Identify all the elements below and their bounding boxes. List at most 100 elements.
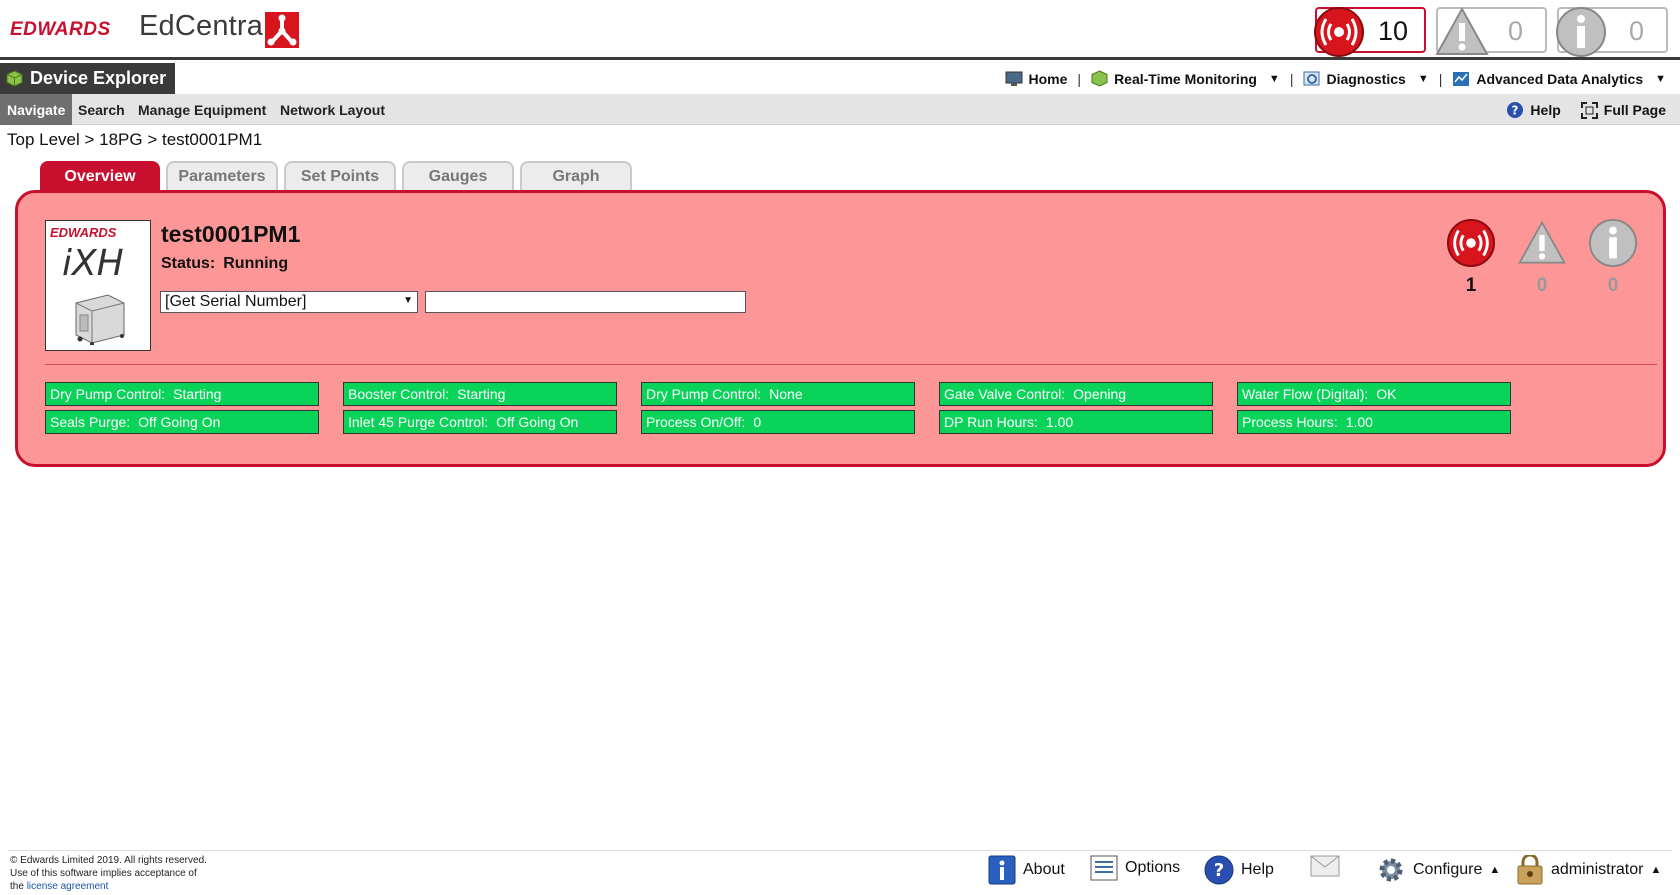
footer-help[interactable]: ? Help bbox=[1204, 855, 1274, 885]
nav-real-time-monitoring[interactable]: Real-Time Monitoring ▼ bbox=[1091, 70, 1280, 87]
caret-up-icon: ▲ bbox=[1650, 864, 1662, 876]
help-link[interactable]: ? Help bbox=[1506, 101, 1561, 119]
help-footer-label: Help bbox=[1241, 861, 1274, 878]
subnav-right: ? Help Full Page bbox=[1506, 101, 1666, 119]
header-alarm-counter[interactable]: 10 bbox=[1314, 7, 1426, 57]
top-nav: Home | Real-Time Monitoring ▼ | Diagnost… bbox=[1005, 70, 1666, 87]
caret-down-icon: ▼ bbox=[1417, 72, 1429, 85]
status-cell: Process Hours: 1.00 bbox=[1237, 410, 1511, 434]
status-cell-value: Opening bbox=[1073, 386, 1127, 402]
status-cell-value: OK bbox=[1376, 386, 1397, 402]
caret-up-icon: ▲ bbox=[1489, 864, 1501, 876]
info-icon bbox=[1588, 218, 1638, 268]
status-cell: Dry Pump Control: None bbox=[641, 382, 915, 406]
device-alarm-count: 1 bbox=[1465, 275, 1477, 296]
warning-icon bbox=[1518, 220, 1566, 264]
alarm-count: 10 bbox=[1377, 16, 1408, 46]
status-cell-label: DP Run Hours: bbox=[944, 414, 1038, 430]
copyright: © Edwards Limited 2019. All rights reser… bbox=[10, 854, 207, 893]
status-cell: Dry Pump Control: Starting bbox=[45, 382, 319, 406]
subnav-network-layout[interactable]: Network Layout bbox=[280, 94, 385, 125]
svg-text:?: ? bbox=[1214, 860, 1224, 881]
monitor-icon bbox=[1005, 71, 1023, 86]
footer-about[interactable]: About bbox=[988, 855, 1065, 885]
header-warning-counter[interactable]: 0 bbox=[1435, 6, 1547, 55]
subnav-search[interactable]: Search bbox=[78, 94, 125, 125]
status-cell-label: Process Hours: bbox=[1242, 414, 1338, 430]
copyright-line-1: © Edwards Limited 2019. All rights reser… bbox=[10, 855, 207, 866]
tab-parameters[interactable]: Parameters bbox=[166, 161, 278, 191]
status-cell-label: Water Flow (Digital): bbox=[1242, 386, 1369, 402]
sub-nav: Navigate Search Manage Equipment Network… bbox=[0, 94, 1680, 125]
status-value: Running bbox=[223, 255, 289, 272]
warning-count: 0 bbox=[1507, 16, 1523, 46]
device-alarm[interactable]: 1 bbox=[1446, 218, 1496, 297]
status-cell: Process On/Off: 0 bbox=[641, 410, 915, 434]
warning-icon bbox=[1435, 6, 1489, 55]
device-image-model: iXH bbox=[62, 243, 124, 284]
status-cell: Seals Purge: Off Going On bbox=[45, 410, 319, 434]
status-cell: Gate Valve Control: Opening bbox=[939, 382, 1213, 406]
device-name: test0001PM1 bbox=[161, 221, 301, 247]
serial-number-field[interactable] bbox=[425, 291, 746, 313]
nav-separator: | bbox=[1289, 70, 1294, 87]
footer-options[interactable]: Options bbox=[1090, 855, 1180, 881]
device-warning-count: 0 bbox=[1536, 275, 1548, 296]
license-agreement-link[interactable]: license agreement bbox=[27, 881, 109, 892]
product-title: EdCentra bbox=[139, 10, 264, 42]
tab-overview[interactable]: Overview bbox=[40, 161, 160, 191]
status-label: Status: bbox=[161, 255, 216, 272]
footer-messages[interactable] bbox=[1310, 855, 1340, 877]
header-info-counter[interactable]: 0 bbox=[1556, 7, 1668, 57]
mail-icon bbox=[1310, 855, 1340, 877]
tab-gauges[interactable]: Gauges bbox=[402, 161, 514, 191]
device-status: Status: Running bbox=[161, 255, 288, 273]
panel-divider bbox=[45, 364, 1657, 365]
status-cell-label: Seals Purge: bbox=[50, 414, 131, 430]
nav-home-label: Home bbox=[1028, 70, 1068, 87]
dropdown-arrow-icon: ▼ bbox=[403, 295, 413, 306]
app-header: EDWARDS EdCentra 10 0 0 bbox=[0, 0, 1680, 60]
help-icon: ? bbox=[1507, 102, 1524, 118]
status-cell-value: 1.00 bbox=[1045, 414, 1074, 430]
device-warning[interactable]: 0 bbox=[1517, 218, 1567, 297]
title-nav-row: Device Explorer Home | Real-Time Monitor… bbox=[0, 63, 1680, 94]
svg-text:?: ? bbox=[1512, 104, 1519, 118]
edwards-wordmark: EDWARDS bbox=[10, 19, 111, 40]
device-info[interactable]: 0 bbox=[1588, 218, 1638, 297]
full-page-link[interactable]: Full Page bbox=[1580, 101, 1666, 119]
status-cell-value: Off Going On bbox=[496, 414, 579, 430]
nav-advanced-data-analytics[interactable]: Advanced Data Analytics ▼ bbox=[1452, 71, 1666, 87]
subnav-manage-equipment[interactable]: Manage Equipment bbox=[138, 94, 266, 125]
caret-down-icon: ▼ bbox=[1655, 72, 1666, 85]
status-cell-label: Gate Valve Control: bbox=[944, 386, 1066, 402]
serial-number-select[interactable]: [Get Serial Number] ▼ bbox=[160, 291, 418, 313]
nav-home[interactable]: Home bbox=[1005, 70, 1068, 87]
cube-icon bbox=[6, 70, 23, 87]
status-cell-label: Dry Pump Control: bbox=[646, 386, 762, 402]
status-cell: Booster Control: Starting bbox=[343, 382, 617, 406]
device-image-brand: EDWARDS bbox=[50, 225, 117, 240]
cube-icon bbox=[1091, 70, 1108, 87]
footer-configure[interactable]: Configure ▲ bbox=[1376, 855, 1500, 885]
footer-user-menu[interactable]: administrator ▲ bbox=[1516, 855, 1661, 885]
tab-graph[interactable]: Graph bbox=[520, 161, 632, 191]
tab-set-points[interactable]: Set Points bbox=[284, 161, 396, 191]
nav-separator: | bbox=[1077, 70, 1082, 87]
user-label: administrator bbox=[1551, 861, 1644, 878]
breadcrumb[interactable]: Top Level > 18PG > test0001PM1 bbox=[7, 130, 262, 150]
status-cell-label: Inlet 45 Purge Control: bbox=[348, 414, 489, 430]
status-cell-value: 0 bbox=[753, 414, 762, 430]
copyright-line-3: the bbox=[10, 881, 27, 892]
overview-panel: EDWARDS iXH test0001PM1 Status: Running [… bbox=[15, 190, 1666, 467]
help-icon: ? bbox=[1204, 855, 1234, 885]
status-cell: Inlet 45 Purge Control: Off Going On bbox=[343, 410, 617, 434]
device-explorer-title: Device Explorer bbox=[0, 63, 175, 94]
status-cell-value: Starting bbox=[173, 386, 222, 402]
status-cell-value: Off Going On bbox=[138, 414, 221, 430]
gear-icon bbox=[1379, 858, 1403, 882]
nav-diagnostics[interactable]: Diagnostics ▼ bbox=[1303, 70, 1429, 87]
subnav-navigate[interactable]: Navigate bbox=[0, 94, 73, 125]
copyright-line-2: Use of this software implies acceptance … bbox=[10, 868, 197, 879]
options-label: Options bbox=[1125, 859, 1181, 876]
